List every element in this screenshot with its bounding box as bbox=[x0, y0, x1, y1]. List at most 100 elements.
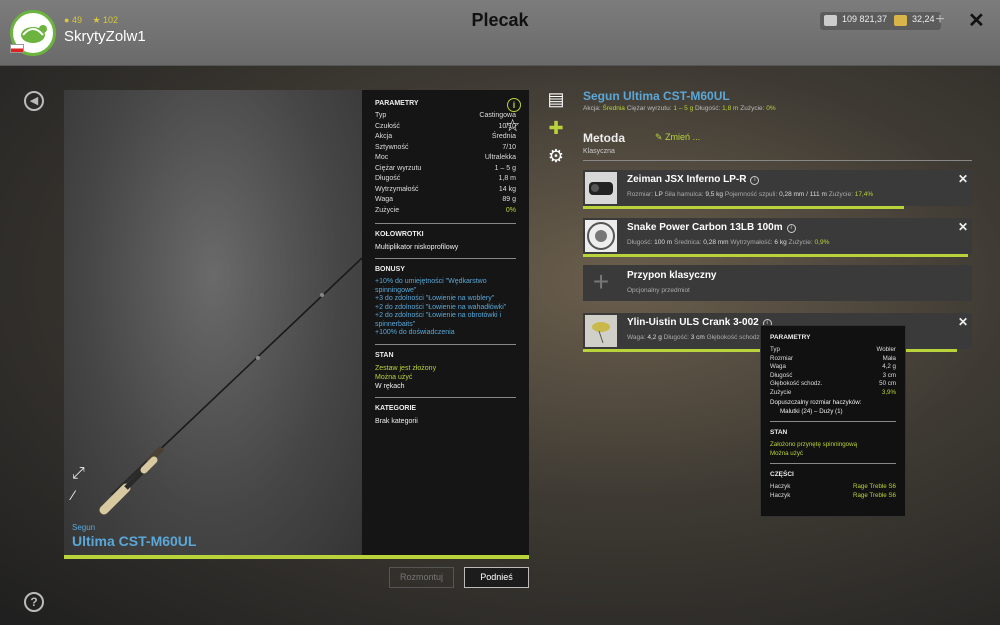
category-value: Brak kategorii bbox=[375, 417, 418, 425]
close-button[interactable]: ✕ bbox=[968, 8, 985, 33]
tooltip-state-item: Założono przynętę spinningową bbox=[770, 441, 858, 448]
rod-title: Segun Ultima CST-M60UL bbox=[583, 89, 730, 103]
info-icon[interactable]: i bbox=[507, 98, 521, 112]
line-details: Długość: 100 m Średnica: 0,28 mm Wytrzym… bbox=[627, 239, 830, 246]
remove-lure-button[interactable]: ✕ bbox=[958, 315, 968, 329]
lure-details: Waga: 4,2 g Długość: 3 cm Głębokość scho… bbox=[627, 334, 762, 341]
param-row: Typ Castingowa bbox=[375, 112, 516, 123]
leader-optional: Opcjonalny przedmiot bbox=[627, 287, 690, 294]
method-label: Metoda bbox=[583, 131, 625, 145]
edit-wand-icon[interactable]: ⁄ bbox=[72, 487, 74, 503]
info-icon[interactable]: i bbox=[750, 176, 760, 185]
divider bbox=[770, 463, 896, 464]
divider bbox=[375, 396, 516, 398]
param-label: Typ bbox=[375, 112, 387, 119]
reel-condition-bar bbox=[583, 206, 904, 209]
pickup-button[interactable]: Podnieś bbox=[464, 567, 529, 588]
add-icon[interactable]: + bbox=[585, 267, 617, 299]
tooltip-param-label: Rozmiar bbox=[770, 354, 794, 362]
expand-icon[interactable]: ⤢ bbox=[72, 465, 85, 483]
tooltip-param-row: Typ Wobler bbox=[770, 346, 896, 355]
param-label: Waga bbox=[375, 196, 394, 203]
param-label: Zużycie bbox=[375, 206, 400, 214]
param-row: Akcja Średnia bbox=[375, 133, 516, 144]
param-row: Ciężar wyrzutu 1 – 5 g bbox=[375, 165, 516, 176]
divider bbox=[583, 160, 972, 161]
tooltip-param-value: 4,2 g bbox=[882, 363, 896, 370]
line-condition-bar bbox=[583, 254, 968, 257]
divider bbox=[375, 223, 516, 224]
tooltip-param-value: Wobler bbox=[876, 346, 897, 353]
part-value: Rage Treble S6 bbox=[853, 483, 896, 490]
lure-name: Ylin-Uistin ULS Crank 3-002 i bbox=[627, 317, 772, 328]
param-row: Sztywność 7/10 bbox=[375, 144, 516, 155]
param-label: Ciężar wyrzutu bbox=[375, 164, 422, 172]
param-label: Moc bbox=[375, 154, 389, 161]
rod-preview[interactable] bbox=[64, 90, 362, 555]
param-value: 14 kg bbox=[498, 185, 516, 193]
add-currency-button[interactable]: + bbox=[932, 12, 948, 29]
rod-image bbox=[99, 257, 362, 515]
change-method-button[interactable]: ✎ Zmień ... bbox=[655, 132, 700, 143]
info-icon[interactable]: i bbox=[786, 224, 796, 233]
rod-summary: Akcja: Średnia Ciężar wyrzutu: 1 – 5 g D… bbox=[583, 105, 776, 112]
tooltip-param-label: Waga bbox=[770, 363, 786, 370]
category-heading: KATEGORIE bbox=[375, 404, 417, 412]
rod-model: Ultima CST-M60UL bbox=[72, 533, 197, 549]
gold-coin-icon bbox=[894, 15, 907, 26]
help-button[interactable]: ? bbox=[24, 592, 44, 612]
leader-name: Przypon klasyczny bbox=[627, 270, 717, 281]
param-value: 1 – 5 g bbox=[494, 164, 516, 172]
reel-slot[interactable]: Zeiman JSX Inferno LP-R i Rozmiar: LP Sił… bbox=[583, 170, 972, 206]
tooltip-state-list: Założono przynętę spinningową Można użyć bbox=[770, 441, 896, 458]
param-label: Czułość bbox=[375, 122, 400, 130]
part-value: Rage Treble S6 bbox=[853, 491, 896, 499]
bonus-item: +2 do zdolności "Łowienie na obrotówki i… bbox=[375, 312, 502, 328]
line-name: Snake Power Carbon 13LB 100m i bbox=[627, 222, 796, 233]
state-heading: STAN bbox=[375, 351, 394, 359]
tooltip-state-heading: STAN bbox=[770, 429, 788, 436]
tooltip-params-list: Typ Wobler Rozmiar Mała Waga 4,2 g Długość 3 cm… bbox=[770, 346, 896, 397]
line-thumbnail bbox=[585, 220, 617, 252]
part-label: Haczyk bbox=[770, 483, 791, 490]
line-slot[interactable]: Snake Power Carbon 13LB 100m i Długość: 1… bbox=[583, 218, 972, 254]
disassemble-button[interactable]: Rozmontuj bbox=[389, 567, 454, 588]
reel-details: Rozmiar: LP Siła hamulca: 9,5 kg Pojemno… bbox=[627, 191, 874, 198]
param-value: 89 g bbox=[502, 196, 516, 203]
tooltip-parts-heading: CZĘŚCI bbox=[770, 471, 794, 478]
remove-reel-button[interactable]: ✕ bbox=[958, 172, 968, 186]
silver-balance: 109 821,37 bbox=[820, 12, 894, 30]
puzzle-icon[interactable]: ✚ bbox=[546, 118, 566, 138]
country-flag bbox=[10, 44, 24, 53]
params-heading: PARAMETRY bbox=[375, 100, 419, 107]
state-location: W rękach bbox=[375, 382, 405, 390]
document-icon[interactable]: ▤ bbox=[546, 89, 566, 109]
tooltip-param-label: Długość bbox=[770, 371, 793, 379]
tooltip-state-item: Można użyć bbox=[770, 449, 804, 457]
hook-size-value: Malutki (24) – Duży (1) bbox=[780, 408, 843, 415]
remove-line-button[interactable]: ✕ bbox=[958, 220, 968, 234]
favorite-star-icon[interactable]: ☆ bbox=[505, 116, 520, 136]
gear-icon[interactable]: ⚙ bbox=[546, 146, 566, 166]
leader-slot[interactable]: + Przypon klasyczny Opcjonalny przedmiot bbox=[583, 265, 972, 301]
bonus-item: +2 do zdolności "Łowienie na wahadłówki" bbox=[375, 303, 507, 311]
tooltip-param-row: Zużycie 3,9% bbox=[770, 389, 896, 398]
divider bbox=[375, 258, 516, 259]
state-item: Można użyć bbox=[375, 373, 413, 381]
lure-thumbnail bbox=[585, 315, 617, 347]
method-value: Klasyczna bbox=[583, 148, 615, 155]
tooltip-param-row: Rozmiar Mała bbox=[770, 355, 896, 364]
rod-parameters-panel: PARAMETRY Typ Castingowa Czułość 10/10 Akcja… bbox=[362, 90, 529, 555]
divider bbox=[770, 421, 896, 422]
bonus-item: +10% do umiejętności "Wędkarstwo spinnin… bbox=[375, 278, 487, 294]
param-label: Długość bbox=[375, 175, 401, 182]
param-row: Moc Ultralekka bbox=[375, 154, 516, 165]
param-row: Zużycie 0% bbox=[375, 207, 516, 218]
param-label: Sztywność bbox=[375, 143, 409, 151]
rod-condition-bar bbox=[64, 555, 529, 559]
silver-coin-icon bbox=[824, 15, 837, 26]
bonus-item: +3 do zdolności "Łowienie na woblery" bbox=[375, 295, 495, 302]
hook-size-label: Dopuszczalny rozmiar haczyków: bbox=[770, 399, 862, 406]
back-button[interactable]: ◀ bbox=[24, 91, 44, 111]
tooltip-param-row: Długość 3 cm bbox=[770, 372, 896, 381]
